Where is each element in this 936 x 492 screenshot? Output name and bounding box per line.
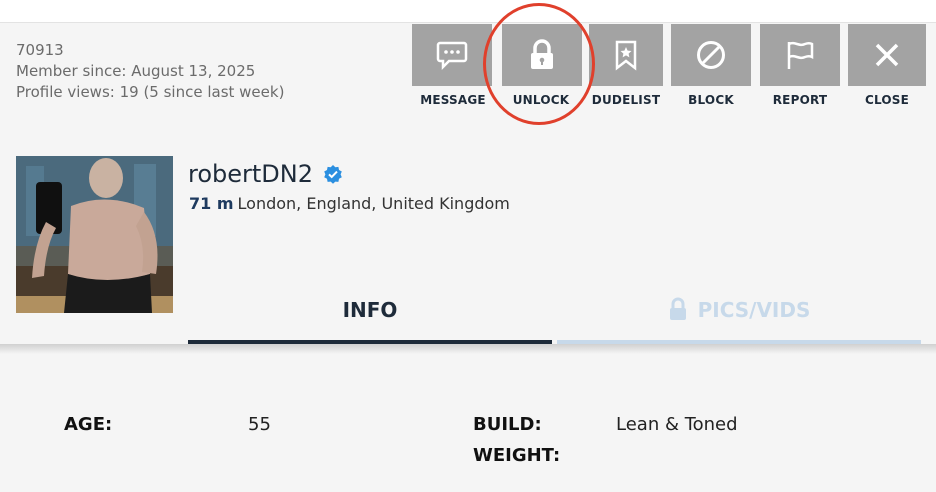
location: London, England, United Kingdom	[237, 194, 510, 213]
message-icon	[436, 41, 468, 70]
weight-label: WEIGHT:	[473, 445, 561, 466]
lock-icon	[669, 297, 686, 320]
tab-info-label: INFO	[342, 298, 398, 322]
build-value: Lean & Toned	[616, 414, 738, 435]
tab-pics-vids[interactable]: PICS/VIDS	[557, 290, 921, 344]
avatar[interactable]	[16, 156, 173, 313]
bookmark-star-icon	[615, 40, 637, 71]
top-strip	[0, 0, 936, 23]
distance: 71 m	[189, 194, 234, 213]
profile-photo	[16, 156, 173, 313]
flag-icon	[787, 41, 814, 69]
age-value: 55	[248, 414, 271, 435]
build-label: BUILD:	[473, 414, 542, 435]
location-line: 71 m London, England, United Kingdom	[189, 194, 510, 213]
username-row: robertDN2	[188, 160, 343, 188]
header-shadow	[0, 344, 936, 354]
tab-info[interactable]: INFO	[188, 290, 552, 344]
close-icon	[875, 43, 899, 67]
info-panel: AGE: 55 BUILD: Lean & Toned WEIGHT:	[0, 354, 936, 492]
tab-pics-label: PICS/VIDS	[697, 298, 811, 322]
verified-badge-icon	[324, 165, 342, 184]
block-icon	[697, 41, 725, 69]
age-label: AGE:	[64, 414, 113, 435]
highlight-circle	[483, 3, 595, 125]
close-label: CLOSE	[864, 93, 910, 107]
action-toolbar: MESSAGE UNLOCK DUDELIST BLOCK REPORT CLO…	[0, 24, 936, 114]
username: robertDN2	[188, 160, 314, 188]
